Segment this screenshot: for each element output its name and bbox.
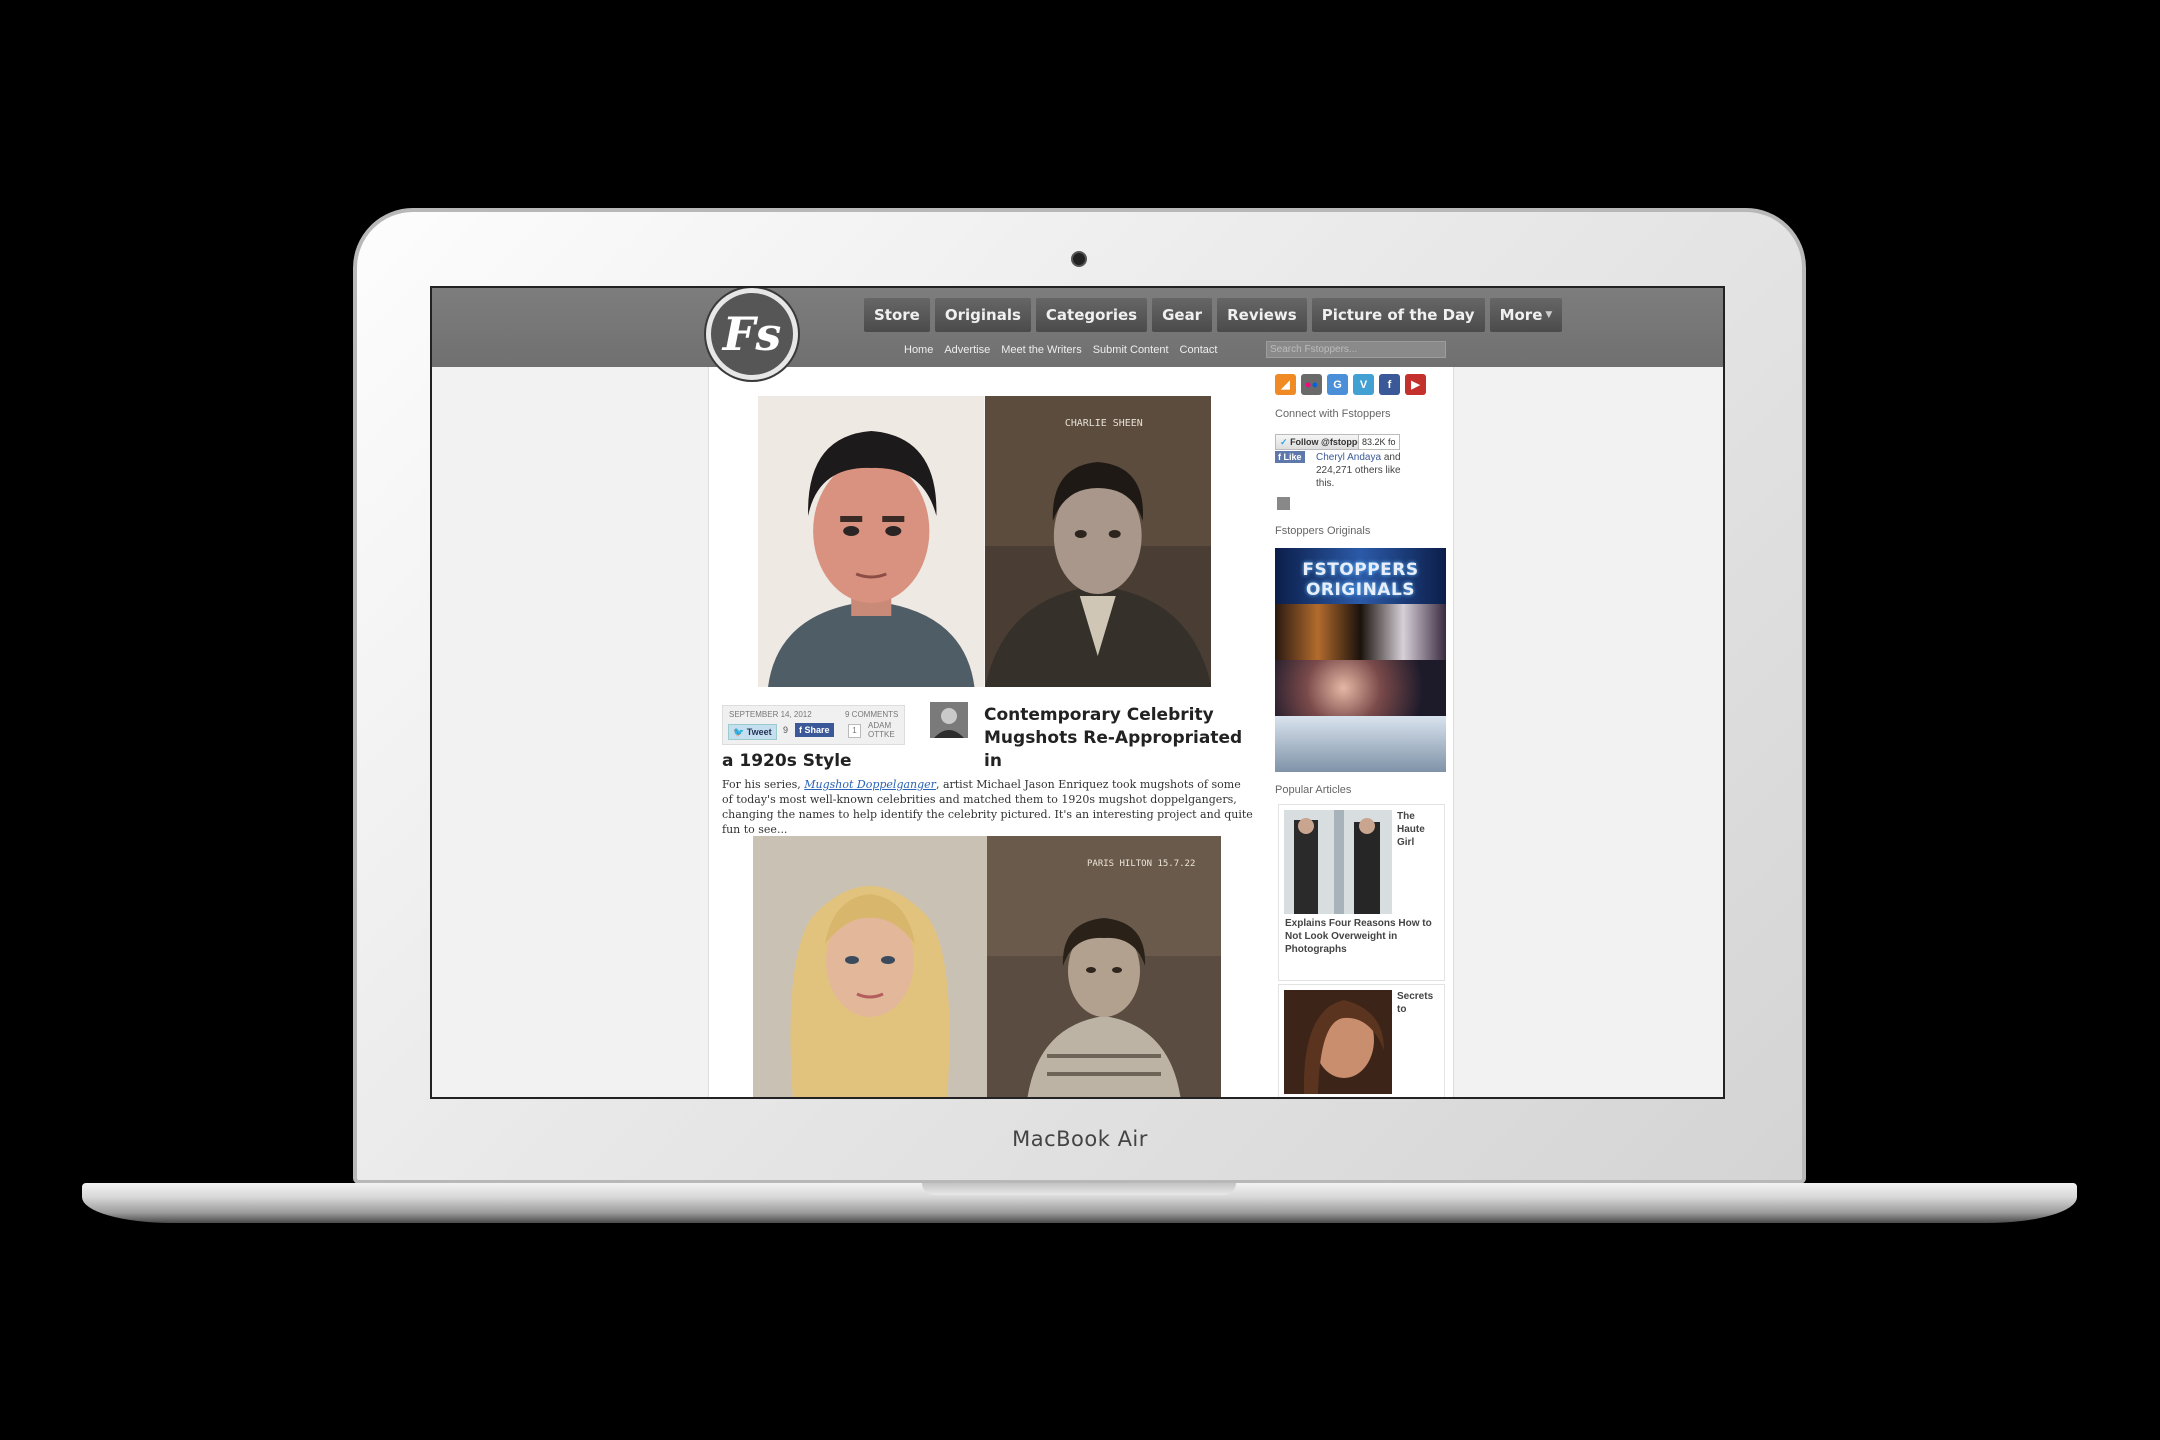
- rss-icon[interactable]: ◢: [1275, 374, 1296, 395]
- nav-label: Store: [874, 306, 920, 324]
- tweet-label: Tweet: [746, 727, 772, 737]
- banner-strip: [1275, 660, 1446, 716]
- twitter-icon: ✓: [1280, 437, 1288, 447]
- share-count: 1: [848, 724, 861, 738]
- nav-categories[interactable]: Categories: [1035, 298, 1148, 332]
- facebook-icon: f: [799, 725, 802, 735]
- twitter-icon: 🐦: [733, 727, 745, 737]
- vintage-mugshot-image: CHARLIE SHEEN: [984, 396, 1211, 687]
- author-avatar[interactable]: [930, 702, 968, 738]
- banner-strip: [1275, 716, 1446, 772]
- share-label: Share: [804, 725, 830, 735]
- originals-banner[interactable]: FSTOPPERS ORIGINALS: [1275, 548, 1446, 772]
- popular-side-text: The Haute Girl: [1397, 811, 1425, 848]
- like-label: Like: [1283, 452, 1302, 462]
- nav-label: Categories: [1045, 306, 1138, 324]
- article-title-tail[interactable]: a 1920s Style: [722, 751, 852, 771]
- youtube-icon[interactable]: ▶: [1405, 374, 1426, 395]
- flickr-icon[interactable]: ● ●: [1301, 374, 1322, 395]
- popular-article-2[interactable]: Secrets to: [1278, 984, 1445, 1097]
- article-comments[interactable]: 9 COMMENTS: [845, 710, 898, 719]
- facebook-icon[interactable]: f: [1379, 374, 1400, 395]
- article-image-2[interactable]: PARIS HILTON 15.7.22: [753, 836, 1221, 1097]
- connect-heading: Connect with Fstoppers: [1275, 408, 1391, 420]
- tweet-button[interactable]: 🐦 Tweet: [728, 724, 777, 740]
- logo-text: Fs: [722, 307, 782, 361]
- originals-heading: Fstoppers Originals: [1275, 525, 1371, 537]
- popular-article-1[interactable]: The Haute Girl Explains Four Reasons How…: [1278, 804, 1445, 981]
- subnav-submit[interactable]: Submit Content: [1093, 344, 1169, 356]
- google-icon[interactable]: G: [1327, 374, 1348, 395]
- subnav-advertise[interactable]: Advertise: [944, 344, 990, 356]
- browser-screen: Fs Store Originals Categories Gear Revie…: [430, 286, 1725, 1099]
- nav-reviews[interactable]: Reviews: [1217, 298, 1307, 332]
- nav-store[interactable]: Store: [864, 298, 930, 332]
- search-input[interactable]: Search Fstoppers...: [1266, 341, 1446, 358]
- photo1-caption: CHARLIE SHEEN: [1064, 418, 1142, 429]
- nav-picture-of-the-day[interactable]: Picture of the Day: [1311, 298, 1485, 332]
- sub-nav: Home Advertise Meet the Writers Submit C…: [904, 344, 1217, 356]
- nav-label: Reviews: [1227, 306, 1297, 324]
- follow-count: 83.2K fo: [1358, 434, 1400, 450]
- like-name[interactable]: Cheryl Andaya: [1316, 452, 1381, 463]
- subnav-writers[interactable]: Meet the Writers: [1001, 344, 1082, 356]
- popular-title: Explains Four Reasons How to Not Look Ov…: [1285, 918, 1432, 955]
- main-nav: Store Originals Categories Gear Reviews …: [864, 298, 1563, 332]
- nav-label: More: [1499, 306, 1543, 324]
- nav-label: Gear: [1162, 306, 1203, 324]
- article-author[interactable]: ADAM OTTKE: [868, 721, 904, 739]
- photo2-caption: PARIS HILTON 15.7.22: [1087, 859, 1195, 869]
- modern-mugshot-image: [753, 836, 987, 1097]
- article-image-1[interactable]: CHARLIE SHEEN: [758, 396, 1211, 687]
- popular-thumbnail: [1284, 810, 1392, 914]
- chevron-down-icon: ▼: [1545, 310, 1553, 320]
- article-date: SEPTEMBER 14, 2012: [729, 710, 812, 719]
- nav-more[interactable]: More ▼: [1489, 298, 1563, 332]
- nav-label: Picture of the Day: [1321, 306, 1475, 324]
- excerpt-lead: For his series,: [722, 778, 805, 791]
- nav-gear[interactable]: Gear: [1152, 298, 1213, 332]
- article-title[interactable]: Contemporary Celebrity Mugshots Re-Appro…: [984, 704, 1254, 773]
- camera-icon: [1071, 251, 1087, 267]
- modern-mugshot-image: [758, 396, 985, 687]
- facebook-icon: f: [1278, 452, 1281, 462]
- like-button[interactable]: f Like: [1275, 451, 1305, 463]
- popular-side-text: Secrets to: [1397, 991, 1434, 1015]
- site-logo[interactable]: Fs: [706, 288, 798, 380]
- popular-thumbnail: [1284, 990, 1392, 1094]
- subnav-home[interactable]: Home: [904, 344, 933, 356]
- article-excerpt: For his series, Mugshot Doppelganger, ar…: [722, 777, 1254, 837]
- avatar[interactable]: [1277, 497, 1290, 510]
- nav-label: Originals: [944, 306, 1021, 324]
- popular-heading: Popular Articles: [1275, 784, 1352, 796]
- tweet-count: 9: [783, 725, 789, 735]
- device-label: MacBook Air: [1012, 1127, 1148, 1151]
- nav-originals[interactable]: Originals: [934, 298, 1031, 332]
- banner-strip: [1275, 604, 1446, 660]
- vintage-mugshot-image: PARIS HILTON 15.7.22: [987, 836, 1221, 1097]
- like-text: Cheryl Andaya and 224,271 others like th…: [1316, 451, 1418, 490]
- article-meta: SEPTEMBER 14, 2012 9 COMMENTS ADAM OTTKE…: [722, 705, 905, 745]
- banner-title: FSTOPPERS ORIGINALS: [1302, 560, 1419, 600]
- share-button[interactable]: f Share: [795, 723, 834, 737]
- excerpt-link[interactable]: Mugshot Doppelganger: [804, 778, 936, 791]
- vimeo-icon[interactable]: V: [1353, 374, 1374, 395]
- laptop-notch: [922, 1183, 1236, 1195]
- subnav-contact[interactable]: Contact: [1180, 344, 1218, 356]
- social-icons: ◢ ● ● G V f ▶: [1275, 374, 1426, 395]
